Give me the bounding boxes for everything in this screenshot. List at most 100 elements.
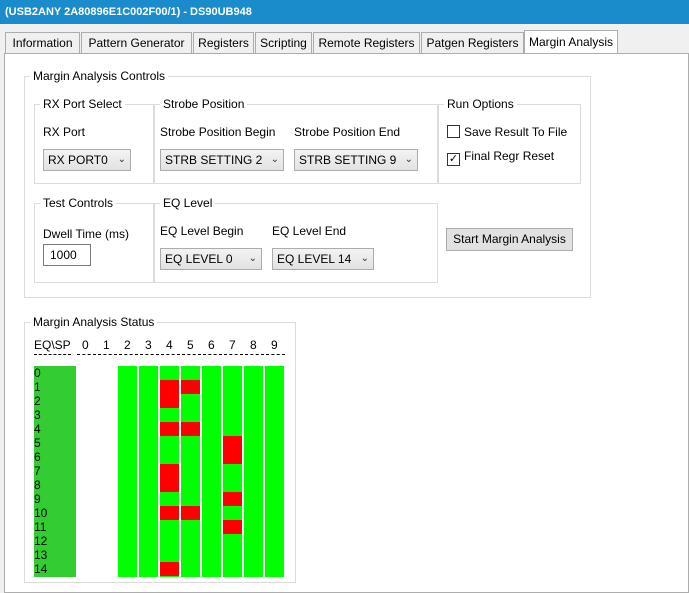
tab-margin-analysis[interactable]: Margin Analysis xyxy=(524,30,618,53)
grid-column-header: 9 xyxy=(271,338,278,352)
eq-end-value: EQ LEVEL 14 xyxy=(277,252,352,266)
grid-row-label: 7 xyxy=(34,464,41,478)
tab-remote-registers[interactable]: Remote Registers xyxy=(313,32,420,53)
grid-cell-fail xyxy=(160,394,179,408)
grid-column-header: 1 xyxy=(103,338,110,352)
grid-column-header: 4 xyxy=(166,338,173,352)
grid-column-pass xyxy=(244,366,263,577)
grid-header-divider xyxy=(34,354,71,358)
grid-column-header: 5 xyxy=(187,338,194,352)
margin-analysis-panel: Margin Analysis Controls RX Port Select … xyxy=(4,53,689,593)
eq-begin-combo[interactable]: EQ LEVEL 0 ⌄ xyxy=(160,248,262,270)
window-title: (USB2ANY 2A80896E1C002F00/1) - DS90UB948 xyxy=(0,0,689,24)
tab-pattern-generator[interactable]: Pattern Generator xyxy=(81,32,192,53)
strobe-begin-label: Strobe Position Begin xyxy=(160,125,276,139)
eq-level-title: EQ Level xyxy=(160,196,216,210)
grid-cell-fail xyxy=(160,478,179,492)
grid-row-label: 2 xyxy=(34,394,41,408)
strobe-end-value: STRB SETTING 9 xyxy=(299,153,397,167)
grid-column-pass xyxy=(223,366,242,577)
eq-level-group: EQ Level xyxy=(154,196,438,283)
grid-cell-fail xyxy=(160,464,179,478)
eq-begin-value: EQ LEVEL 0 xyxy=(165,252,233,266)
checkmark-icon: ✓ xyxy=(447,153,460,166)
grid-header-divider xyxy=(182,354,201,358)
grid-row-label: 1 xyxy=(34,380,41,394)
checkbox-unchecked-icon xyxy=(447,125,460,138)
chevron-down-icon: ⌄ xyxy=(248,253,257,264)
grid-column-pass xyxy=(139,366,158,577)
grid-cell-fail xyxy=(181,506,200,520)
grid-row-label: 9 xyxy=(34,492,41,506)
eq-begin-label: EQ Level Begin xyxy=(160,224,244,238)
grid-header-divider xyxy=(203,354,222,358)
strobe-end-label: Strobe Position End xyxy=(294,125,401,139)
grid-row-label: 10 xyxy=(34,506,48,520)
grid-header-divider xyxy=(161,354,180,358)
grid-cell-fail xyxy=(181,380,200,394)
grid-row-label: 5 xyxy=(34,436,41,450)
grid-row-label: 0 xyxy=(34,366,41,380)
start-margin-analysis-button[interactable]: Start Margin Analysis xyxy=(446,228,573,251)
dwell-time-input[interactable]: 1000 xyxy=(43,244,91,266)
grid-row-label: 6 xyxy=(34,450,41,464)
grid-row-label: 11 xyxy=(34,520,47,534)
grid-column-header: 6 xyxy=(208,338,215,352)
grid-cell-fail xyxy=(160,562,179,576)
rx-port-select-title: RX Port Select xyxy=(40,97,125,111)
strobe-begin-combo[interactable]: STRB SETTING 2 ⌄ xyxy=(160,149,284,171)
grid-cell-fail xyxy=(160,380,179,394)
grid-row-label: 13 xyxy=(34,548,48,562)
grid-header-divider xyxy=(98,354,117,358)
grid-row-label: 4 xyxy=(34,422,41,436)
status-group-title: Margin Analysis Status xyxy=(30,315,158,329)
rx-port-combo[interactable]: RX PORT0 ⌄ xyxy=(43,149,131,171)
save-result-label: Save Result To File xyxy=(464,125,568,139)
eq-end-combo[interactable]: EQ LEVEL 14 ⌄ xyxy=(272,248,374,270)
strobe-position-title: Strobe Position xyxy=(160,97,248,111)
chevron-down-icon: ⌄ xyxy=(270,154,279,165)
save-result-checkbox[interactable]: Save Result To File xyxy=(447,125,567,139)
dwell-time-label: Dwell Time (ms) xyxy=(43,227,129,241)
grid-row-label: 3 xyxy=(34,408,41,422)
grid-column-pass xyxy=(202,366,221,577)
grid-header-divider xyxy=(77,354,96,358)
run-options-title: Run Options xyxy=(444,97,517,111)
grid-header-divider xyxy=(224,354,243,358)
tab-strip: Information Pattern Generator Registers … xyxy=(0,30,689,53)
test-controls-title: Test Controls xyxy=(40,196,117,210)
grid-cell-fail xyxy=(160,422,179,436)
grid-cell-fail xyxy=(223,436,242,450)
grid-cell-fail xyxy=(160,506,179,520)
final-regr-reset-checkbox[interactable]: ✓ Final Regr Reset xyxy=(447,149,554,166)
grid-cell-fail xyxy=(223,492,242,506)
eq-end-label: EQ Level End xyxy=(272,224,347,238)
run-options-group: Run Options xyxy=(438,97,581,184)
strobe-begin-value: STRB SETTING 2 xyxy=(165,153,263,167)
grid-header-divider xyxy=(245,354,264,358)
grid-column-header: 8 xyxy=(250,338,257,352)
grid-column-header: 3 xyxy=(145,338,152,352)
strobe-end-combo[interactable]: STRB SETTING 9 ⌄ xyxy=(294,149,418,171)
test-controls-group: Test Controls xyxy=(34,196,154,283)
tab-patgen-registers[interactable]: Patgen Registers xyxy=(421,32,524,53)
grid-column-header: 2 xyxy=(124,338,131,352)
grid-column-header: 0 xyxy=(82,338,89,352)
grid-column-pass xyxy=(181,366,200,577)
tab-registers[interactable]: Registers xyxy=(193,32,254,53)
chevron-down-icon: ⌄ xyxy=(360,253,369,264)
tab-scripting[interactable]: Scripting xyxy=(255,32,312,53)
rx-port-label: RX Port xyxy=(43,125,86,139)
chevron-down-icon: ⌄ xyxy=(117,154,126,165)
grid-cell-fail xyxy=(223,520,242,534)
strobe-position-group: Strobe Position xyxy=(154,97,438,184)
grid-corner-header: EQ\SP xyxy=(34,338,71,352)
grid-row-label: 14 xyxy=(34,562,48,576)
grid-column-pass xyxy=(265,366,284,577)
rx-port-select-group: RX Port Select xyxy=(34,97,154,184)
grid-header-divider xyxy=(266,354,285,358)
tab-information[interactable]: Information xyxy=(5,32,80,53)
grid-cell-fail xyxy=(223,450,242,464)
grid-row-label: 8 xyxy=(34,478,41,492)
rx-port-value: RX PORT0 xyxy=(48,153,108,167)
